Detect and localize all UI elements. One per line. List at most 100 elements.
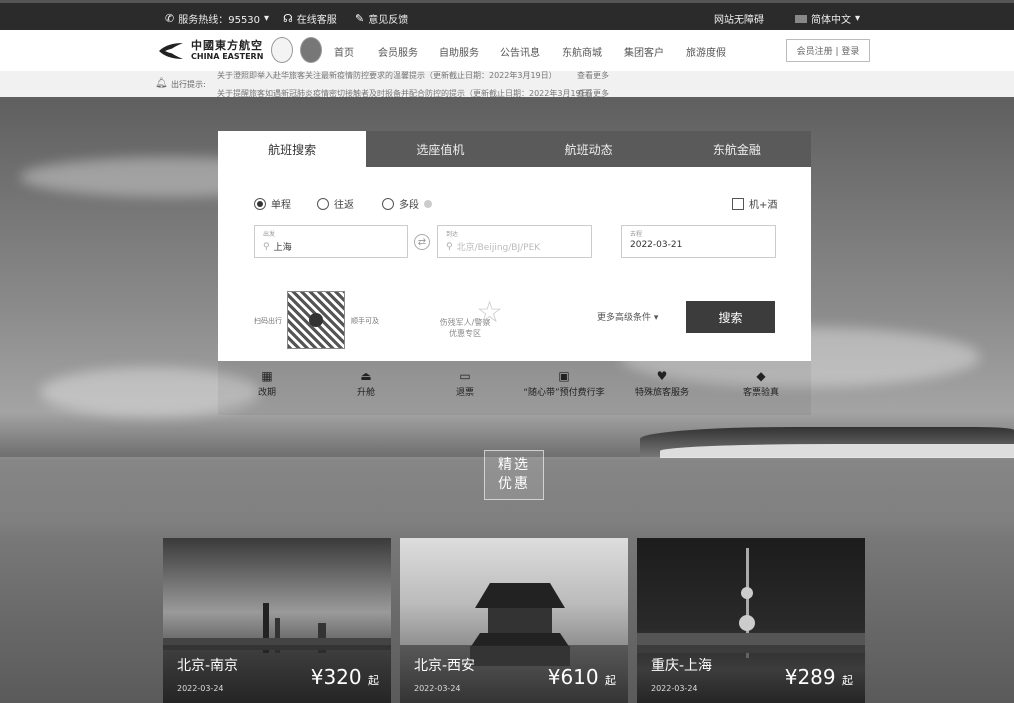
deal-route: 北京-南京 [177, 658, 239, 674]
more-conditions-label: 更多高级条件 [597, 313, 652, 323]
headset-icon: ☊ [283, 12, 293, 25]
nav-item-announcements[interactable]: 公告讯息 [500, 44, 540, 59]
quick-services-bar: ▦ 改期 ⏏ 升舱 ▭ 退票 ▣ “随心带”预付费行李 ♥ 特殊旅客服务 ◆ 客… [218, 361, 811, 415]
date-label: 去程 [630, 231, 643, 238]
beach [660, 444, 1014, 458]
star-icon: ☆ [476, 295, 503, 330]
swap-cities-icon[interactable]: ⇄ [414, 234, 430, 250]
deal-price-suffix: 起 [605, 674, 616, 687]
location-pin-icon: ⚲ [263, 241, 270, 252]
deal-price: ¥289 起 [785, 665, 853, 689]
chevron-down-icon: ▾ [855, 13, 861, 24]
ticket-icon: ▭ [459, 369, 471, 383]
promo-line1: 精选 [498, 457, 530, 473]
from-field[interactable]: 出发 ⚲ 上海 [254, 225, 408, 258]
qr-caption-right: 顺手可及 [351, 317, 379, 325]
seat-icon: ⏏ [360, 369, 372, 383]
accessibility-label: 网站无障碍 [714, 15, 764, 26]
to-label: 到达 [446, 231, 459, 238]
more-conditions-toggle[interactable]: 更多高级条件 ▾ [597, 310, 658, 323]
hotline-text: 服务热线：95530 [178, 15, 261, 26]
departure-date-field[interactable]: 去程 2022-03-21 [621, 225, 776, 258]
tab-flight-status[interactable]: 航班动态 [515, 131, 663, 167]
deal-price-value: ¥610 [547, 665, 599, 689]
tab-finance[interactable]: 东航金融 [663, 131, 811, 167]
trip-multi-city[interactable]: 多段 [382, 196, 432, 211]
nav-item-mall[interactable]: 东航商城 [562, 44, 602, 59]
chevron-down-icon: ▾ [264, 13, 270, 24]
flight-search-card: 航班搜索 选座值机 航班动态 东航金融 单程 往返 多段 机+酒 出发 ⚲ 上海… [218, 131, 811, 361]
notice-more-link[interactable]: 查看更多 [577, 88, 609, 97]
phone-icon: ✆ [165, 12, 175, 25]
service-refund[interactable]: ▭ 退票 [420, 369, 510, 398]
veteran-discount-link[interactable]: ☆ 伤残军人/警察 优惠专区 [425, 295, 505, 343]
feedback-label: 意见反馈 [368, 15, 409, 26]
tab-seat-checkin[interactable]: 选座值机 [366, 131, 514, 167]
deal-card[interactable]: 北京-南京 2022-03-24 ¥320 起 [163, 538, 391, 703]
tab-flight-search[interactable]: 航班搜索 [218, 131, 367, 167]
accessibility-link[interactable]: 网站无障碍 [714, 11, 764, 26]
nav-item-home[interactable]: 首页 [334, 44, 354, 59]
service-special-passenger[interactable]: ♥ 特殊旅客服务 [617, 369, 707, 398]
emblem-icon [271, 37, 293, 63]
promo-line2: 优惠 [498, 476, 530, 492]
flight-hotel-combo[interactable]: 机+酒 [732, 196, 777, 211]
service-special-passenger-label: 特殊旅客服务 [634, 388, 689, 398]
deal-price-value: ¥289 [784, 665, 836, 689]
ticket-check-icon: ◆ [756, 369, 766, 383]
logo-cn: 中國東方航空 [191, 39, 263, 52]
service-change[interactable]: ▦ 改期 [222, 369, 312, 398]
hotline[interactable]: ✆ 服务热线：95530 ▾ [165, 11, 269, 26]
date-value: 2022-03-21 [630, 240, 683, 250]
online-service-link[interactable]: ☊ 在线客服 [283, 11, 337, 26]
service-prepaid-baggage[interactable]: ▣ “随心带”预付费行李 [508, 369, 620, 398]
travel-notice-bar: 🔔︎ 出行提示: 关于澄照即举入赴华旅客关注最新疫情防控要求的温馨提示（更新截止… [0, 71, 1014, 97]
deal-card[interactable]: 重庆-上海 2022-03-24 ¥289 起 [637, 538, 865, 703]
language-select[interactable]: 简体中文 ▾ [795, 11, 860, 26]
trip-one-way-label: 单程 [271, 200, 291, 211]
service-ticket-verify[interactable]: ◆ 客票验真 [716, 369, 806, 398]
radio-icon[interactable] [382, 197, 394, 210]
deal-route: 重庆-上海 [651, 658, 713, 674]
deal-route: 北京-西安 [414, 658, 476, 674]
heart-hands-icon: ♥ [656, 369, 668, 383]
search-tabs: 航班搜索 选座值机 航班动态 东航金融 [218, 131, 811, 167]
top-bar: ✆ 服务热线：95530 ▾ ☊ 在线客服 ✎ 意见反馈 网站无障碍 简体中文 … [0, 0, 1014, 30]
notice-more-link[interactable]: 查看更多 [577, 71, 609, 81]
logo-en: CHINA EASTERN [191, 52, 264, 61]
radio-icon[interactable] [317, 197, 329, 210]
notice-item[interactable]: 关于提醒旅客如遇新冠肺炎疫情密切接触者及时报备并配合防控的提示（更新截止日期：2… [217, 88, 597, 97]
deal-date: 2022-03-24 [414, 684, 461, 693]
nav-item-holidays[interactable]: 旅游度假 [686, 44, 726, 59]
feedback-link[interactable]: ✎ 意见反馈 [355, 11, 408, 26]
from-value: 上海 [273, 243, 292, 253]
chevron-down-icon: ▾ [653, 313, 659, 323]
from-label: 出发 [263, 231, 276, 238]
trip-round-trip[interactable]: 往返 [317, 196, 354, 211]
nav-item-self-service[interactable]: 自助服务 [439, 44, 479, 59]
online-service-label: 在线客服 [296, 15, 337, 26]
to-placeholder: 北京/Beijing/BJ/PEK [456, 243, 541, 253]
nav-item-corporate[interactable]: 集团客户 [624, 44, 664, 59]
deal-price-value: ¥320 [310, 665, 362, 689]
deal-price-suffix: 起 [368, 674, 379, 687]
deal-price: ¥320 起 [311, 665, 379, 689]
trip-one-way[interactable]: 单程 [254, 196, 291, 211]
deal-date: 2022-03-24 [651, 684, 698, 693]
radio-icon[interactable] [254, 197, 266, 210]
logo[interactable]: 中國東方航空 CHINA EASTERN [157, 37, 267, 65]
qr-code-icon [287, 291, 345, 349]
search-button[interactable]: 搜索 [686, 301, 775, 333]
language-label: 简体中文 [811, 15, 851, 26]
to-field[interactable]: 到达 ⚲ 北京/Beijing/BJ/PEK [437, 225, 592, 258]
service-upgrade[interactable]: ⏏ 升舱 [321, 369, 411, 398]
service-ticket-verify-label: 客票验真 [742, 388, 779, 398]
checkbox-icon[interactable] [732, 197, 744, 210]
notice-label: 出行提示: [171, 80, 206, 89]
trip-multi-city-label: 多段 [399, 200, 419, 211]
deal-card[interactable]: 北京-西安 2022-03-24 ¥610 起 [400, 538, 628, 703]
service-refund-label: 退票 [455, 388, 474, 398]
notice-item[interactable]: 关于澄照即举入赴华旅客关注最新疫情防控要求的温馨提示（更新截止日期：2022年3… [217, 71, 557, 81]
register-login-button[interactable]: 会员注册 | 登录 [786, 39, 870, 62]
nav-item-member[interactable]: 会员服务 [378, 44, 418, 59]
